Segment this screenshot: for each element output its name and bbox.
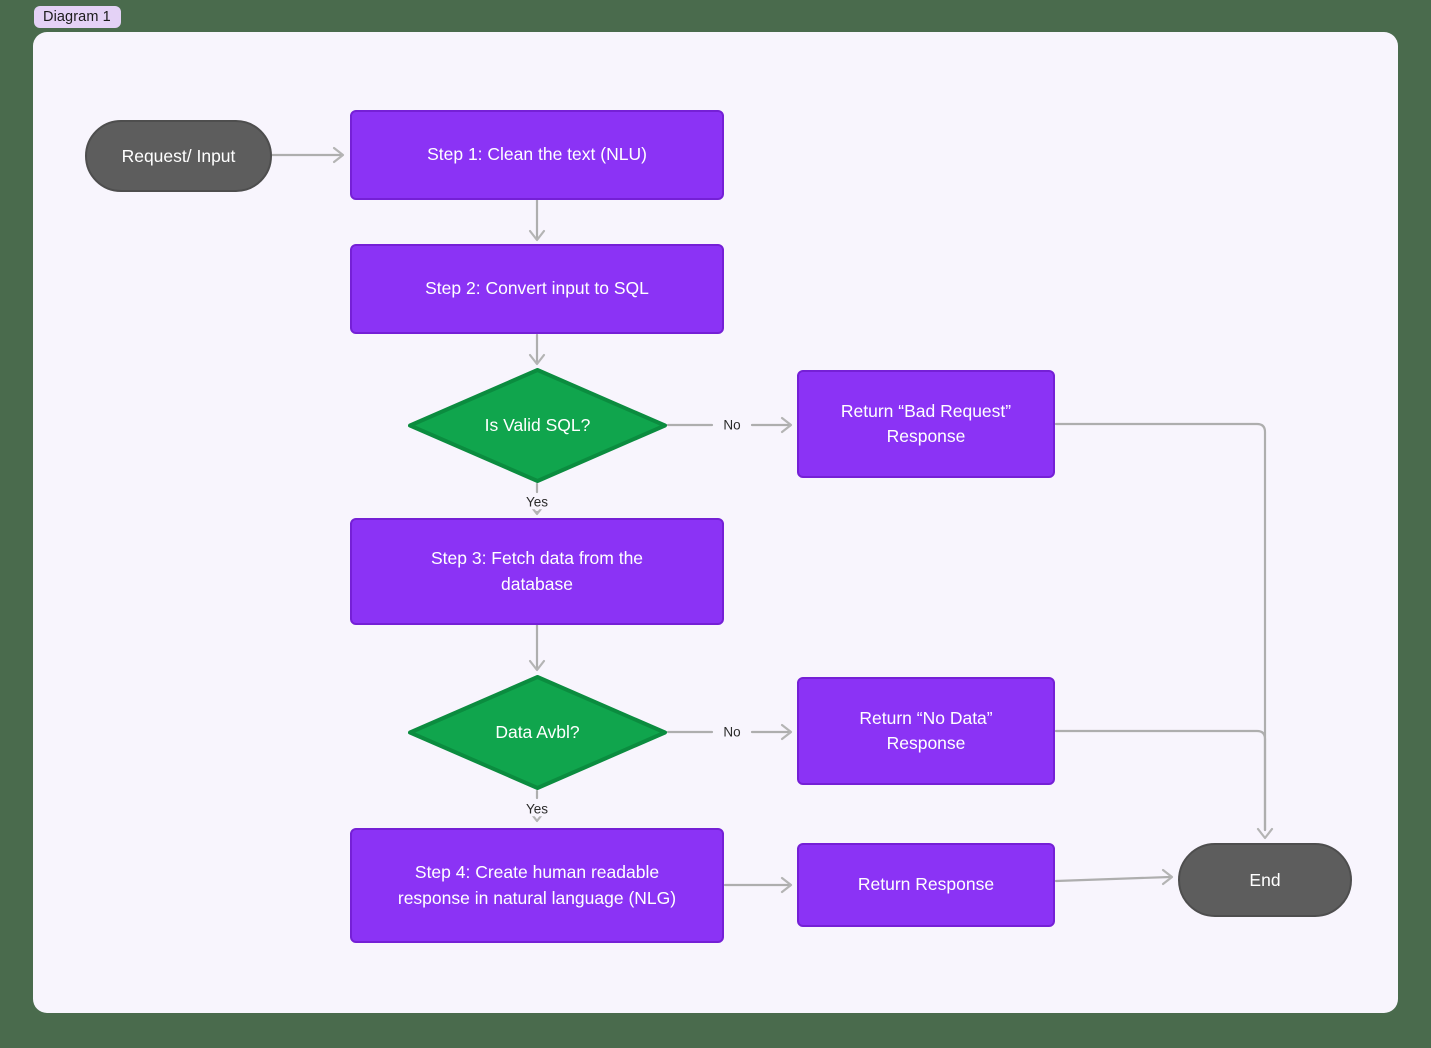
node-return-bad-request[interactable]: Return “Bad Request” Response (797, 370, 1055, 478)
node-step4[interactable]: Step 4: Create human readable response i… (350, 828, 724, 943)
node-step1[interactable]: Step 1: Clean the text (NLU) (350, 110, 724, 200)
node-return-no-data[interactable]: Return “No Data” Response (797, 677, 1055, 785)
node-step2[interactable]: Step 2: Convert input to SQL (350, 244, 724, 334)
node-is-valid-sql[interactable]: Is Valid SQL? (408, 368, 667, 483)
node-return-response-label: Return Response (857, 874, 995, 895)
node-data-avbl[interactable]: Data Avbl? (408, 675, 667, 790)
node-step4-line1: Step 4: Create human readable (414, 862, 660, 883)
node-data-avbl-label: Data Avbl? (495, 721, 580, 742)
diagram-title-tab[interactable]: Diagram 1 (34, 6, 121, 28)
node-step3-line2: database (500, 573, 573, 594)
node-return-no-data-line1: Return “No Data” (859, 707, 993, 728)
edge-label-validsql-no: No (719, 418, 745, 432)
edge-label-dataavbl-no: No (719, 725, 745, 739)
node-step2-label: Step 2: Convert input to SQL (425, 278, 649, 299)
node-return-no-data-line2: Response (886, 733, 966, 753)
node-step3[interactable]: Step 3: Fetch data from the database (350, 518, 724, 625)
node-return-bad-request-line2: Response (886, 426, 966, 446)
node-step3-line1: Step 3: Fetch data from the (430, 548, 644, 569)
node-end-label: End (1249, 869, 1281, 890)
node-is-valid-sql-label: Is Valid SQL? (484, 414, 591, 435)
node-request-input-label: Request/ Input (121, 145, 236, 166)
node-return-bad-request-line1: Return “Bad Request” (840, 400, 1012, 421)
node-end[interactable]: End (1178, 843, 1352, 917)
node-request-input[interactable]: Request/ Input (85, 120, 272, 192)
edge-label-dataavbl-yes: Yes (521, 802, 553, 816)
node-return-response[interactable]: Return Response (797, 843, 1055, 927)
diagram-title-label: Diagram 1 (43, 9, 111, 25)
edge-label-validsql-yes: Yes (521, 495, 553, 509)
diagram-root: Diagram 1 Return Bad Request --> Step 3 … (0, 0, 1431, 1048)
node-step1-label: Step 1: Clean the text (NLU) (427, 144, 647, 165)
node-step4-line2: response in natural language (NLG) (397, 887, 677, 908)
